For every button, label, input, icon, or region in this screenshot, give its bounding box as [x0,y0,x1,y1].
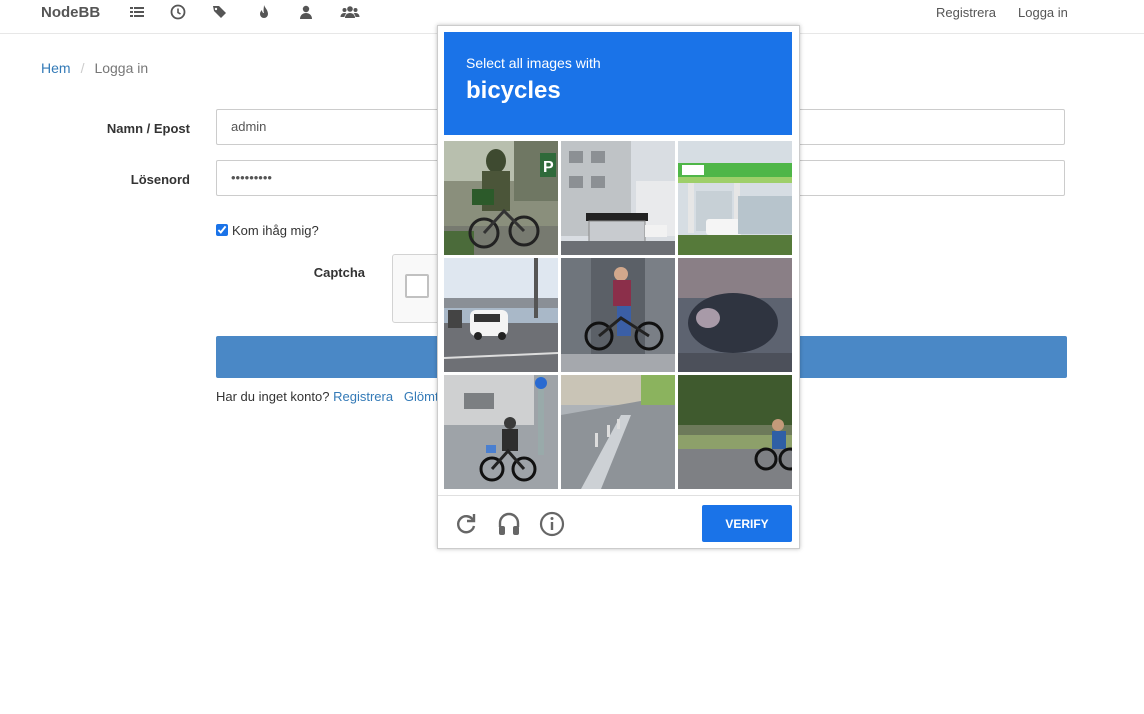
clock-icon[interactable] [170,4,186,20]
reload-icon[interactable] [453,511,479,537]
remember-label: Kom ihåg mig? [232,223,319,238]
brand-logo[interactable]: NodeBB [41,4,100,21]
challenge-instruction: Select all images with [466,55,601,71]
login-link[interactable]: Logga in [1018,5,1068,20]
image-tile[interactable]: P [444,141,558,255]
image-tile[interactable] [678,258,792,372]
captcha-label: Captcha [313,265,365,280]
password-label: Lösenord [130,172,190,187]
list-icon[interactable] [129,4,145,20]
recaptcha-challenge: Select all images with bicycles P VERIFY [437,25,800,549]
tags-icon[interactable] [212,4,228,20]
info-icon[interactable] [539,511,565,537]
challenge-footer: VERIFY [438,495,799,549]
image-tile[interactable] [561,375,675,489]
verify-button[interactable]: VERIFY [702,505,792,542]
image-tile[interactable] [678,375,792,489]
no-account-text: Har du inget konto? [216,389,330,404]
image-tile[interactable] [678,141,792,255]
register-footer-link[interactable]: Registrera [333,389,393,404]
image-tile[interactable] [444,375,558,489]
challenge-header: Select all images with bicycles [444,32,792,135]
user-icon[interactable] [298,4,314,20]
users-icon[interactable] [340,4,360,20]
login-footer: Har du inget konto? Registrera Glömt l [216,389,445,404]
svg-text:P: P [543,159,554,176]
breadcrumb-current: Logga in [94,60,149,76]
username-label: Namn / Epost [106,121,190,136]
breadcrumb-separator: / [80,60,85,76]
image-tile[interactable] [561,258,675,372]
audio-icon[interactable] [496,511,522,537]
breadcrumb-home[interactable]: Hem [41,60,71,76]
image-tile[interactable] [561,141,675,255]
fire-icon[interactable] [256,4,272,20]
image-grid: P [444,141,792,489]
remember-me[interactable]: Kom ihåg mig? [216,223,319,238]
remember-checkbox[interactable] [216,224,228,236]
breadcrumb: Hem / Logga in [41,60,148,76]
recaptcha-checkbox[interactable] [405,274,429,298]
image-tile[interactable] [444,258,558,372]
register-link[interactable]: Registrera [936,5,996,20]
challenge-target: bicycles [466,77,561,104]
